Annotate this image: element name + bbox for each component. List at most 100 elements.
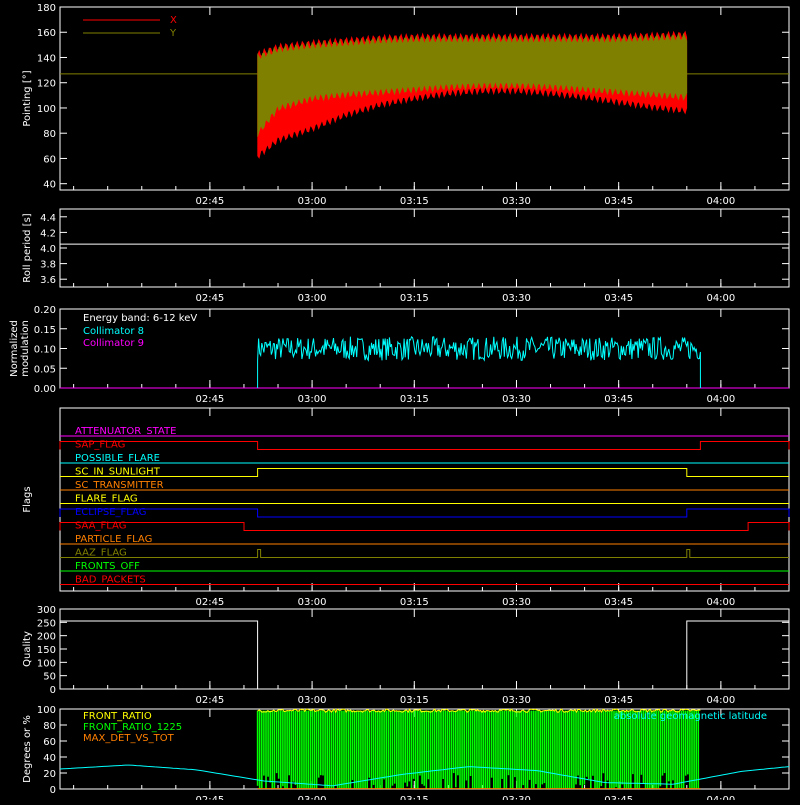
pointing-y-tick-label: 100	[37, 104, 56, 115]
rhessi-quicklook-figure: 02:45 03:00 03:15 03:30 03:45 04:00 40 60 80 100 1…	[0, 0, 800, 805]
ratios-legend-label: FRONT_RATIO	[83, 711, 152, 722]
modulation-y-label: Normalized	[9, 320, 20, 377]
flags-x-tick-label: 03:30	[502, 597, 531, 608]
pointing-y-label: Pointing [°]	[22, 70, 33, 126]
modulation-x-tick-label: 03:45	[604, 394, 633, 405]
quality-x-tick-label: 03:30	[502, 695, 531, 706]
flags-label-attenuator_state: ATTENUATOR_STATE	[75, 426, 176, 437]
flags-label-sap_flag: SAP_FLAG	[75, 440, 125, 451]
flags-label-saa_flag: SAA_FLAG	[75, 521, 126, 532]
flags-x-tick-label: 03:15	[400, 597, 429, 608]
quality-x-tick-label: 03:45	[604, 695, 633, 706]
flags-label-sc_in_sunlight: SC_IN_SUNLIGHT	[75, 467, 161, 478]
roll-period-y-tick-label: 4.2	[40, 228, 56, 239]
flags-label-particle_flag: PARTICLE_FLAG	[75, 534, 152, 545]
quality-y-tick-label: 150	[37, 645, 56, 656]
ratios-x-tick-label: 03:45	[604, 795, 633, 800]
ratios-y-tick-label: 20	[43, 769, 56, 780]
flags-label-sc_transmitter: SC_TRANSMITTER	[75, 480, 164, 491]
ratios-y-tick-label: 80	[43, 721, 56, 732]
pointing-y-tick-label: 60	[43, 154, 56, 165]
modulation-y-tick-label: 0.10	[34, 345, 56, 356]
pointing-x-tick-label: 02:45	[195, 196, 224, 207]
modulation-x-tick-label: 03:00	[298, 394, 327, 405]
quality-x-tick-label: 03:15	[400, 695, 429, 706]
flags-y-label: Flags	[22, 486, 33, 512]
roll-period-y-tick-label: 3.8	[40, 260, 56, 271]
ratios-legend-label: MAX_DET_VS_TOT	[83, 733, 175, 744]
flags-label-eclipse_flag: ECLIPSE_FLAG	[75, 507, 146, 518]
ratios-y-tick-label: 0	[50, 785, 56, 796]
pointing-y-tick-label: 40	[43, 180, 56, 191]
quality-series	[60, 620, 789, 690]
pointing-legend-label: X	[170, 15, 177, 26]
flags-label-possible_flare: POSSIBLE_FLARE	[75, 453, 160, 464]
figure-canvas: 02:45 03:00 03:15 03:30 03:45 04:00 40 60 80 100 1…	[9, 3, 790, 805]
ratios-y-tick-label: 100	[37, 705, 56, 716]
pointing-x-tick-label: 03:15	[400, 196, 429, 207]
flags-line-sc_in_sunlight	[60, 468, 789, 477]
flags-label-fronts_off: FRONTS_OFF	[75, 561, 140, 572]
pointing-legend-label: Y	[169, 28, 177, 39]
pointing-x-tick-label: 03:00	[298, 196, 327, 207]
ratios-x-tick-label: 03:15	[400, 795, 429, 800]
modulation-x-tick-label: 02:45	[195, 394, 224, 405]
quality-y-tick-label: 0	[50, 685, 56, 696]
pointing-y-tick-label: 140	[37, 53, 56, 64]
quality-y-tick-label: 100	[37, 658, 56, 669]
pointing-x-tick-label: 03:45	[604, 196, 633, 207]
flags-x-tick-label: 02:45	[195, 597, 224, 608]
quality-y-tick-label: 50	[43, 672, 56, 683]
quality-y-label: Quality	[22, 631, 33, 667]
pointing-y-tick-label: 160	[37, 28, 56, 39]
pointing-x-tick-label: 04:00	[706, 196, 735, 207]
roll-period-y-tick-label: 4.4	[40, 213, 56, 224]
modulation-x-tick-label: 03:30	[502, 394, 531, 405]
quality-y-tick-label: 300	[37, 605, 56, 616]
modulation-y-tick-label: 0.05	[34, 364, 56, 375]
flags-label-bad_packets: BAD_PACKETS	[75, 575, 146, 586]
flags-label-flare_flag: FLARE_FLAG	[75, 494, 138, 505]
roll-period-x-tick-label: 03:45	[604, 293, 633, 304]
ratios-x-tick-label: 03:00	[298, 795, 327, 800]
quality-y-tick-label: 200	[37, 632, 56, 643]
ratios-latitude-label: absolute geomagnetic latitude	[614, 711, 767, 722]
roll-period-y-tick-label: 3.6	[40, 275, 56, 286]
ratios-y-label: Degrees or %	[22, 715, 33, 783]
roll-period-frame	[59, 208, 790, 288]
ratios-legend-label: FRONT_RATIO_1225	[83, 722, 182, 733]
modulation-legend-label: Collimator 8	[83, 326, 144, 337]
roll-period-x-tick-label: 03:30	[502, 293, 531, 304]
flags-line-eclipse_flag	[59, 508, 790, 518]
quality-y-tick-label: 250	[37, 618, 56, 629]
quality-x-tick-label: 02:45	[195, 695, 224, 706]
pointing-y-tick-label: 180	[37, 3, 56, 14]
roll-period-x-tick-label: 02:45	[195, 293, 224, 304]
modulation-annotation: Energy band: 6-12 keV	[83, 313, 197, 324]
ratios-x-tick-label: 02:45	[195, 795, 224, 800]
flags-line-aaz_flag	[60, 549, 789, 558]
ratios-y-tick-label: 60	[43, 737, 56, 748]
ratios-y-tick-label: 40	[43, 753, 56, 764]
quality-x-tick-label: 03:00	[298, 695, 327, 706]
modulation-y-tick-label: 0.20	[34, 305, 56, 316]
modulation-y-tick-label: 0.15	[34, 325, 56, 336]
modulation-x-tick-label: 04:00	[706, 394, 735, 405]
modulation-x-tick-label: 03:15	[400, 394, 429, 405]
flags-line-saa_flag	[59, 522, 790, 531]
pointing-x-tick-label: 03:30	[502, 196, 531, 207]
modulation-series-collimator-8	[257, 335, 701, 389]
pointing-y-tick-label: 120	[37, 79, 56, 90]
flags-line-sap_flag	[59, 441, 790, 450]
pointing-y-tick-label: 80	[43, 129, 56, 140]
roll-period-y-tick-label: 4.0	[40, 244, 56, 255]
roll-period-x-tick-label: 04:00	[706, 293, 735, 304]
modulation-y-label: modulation	[20, 320, 31, 377]
flags-label-aaz_flag: AAZ_FLAG	[75, 548, 127, 559]
flags-x-tick-label: 04:00	[706, 597, 735, 608]
roll-period-y-label: Roll period [s]	[22, 213, 33, 282]
roll-period-x-tick-label: 03:15	[400, 293, 429, 304]
ratios-x-tick-label: 03:30	[502, 795, 531, 800]
modulation-y-tick-label: 0.00	[34, 384, 56, 395]
quality-x-tick-label: 04:00	[706, 695, 735, 706]
